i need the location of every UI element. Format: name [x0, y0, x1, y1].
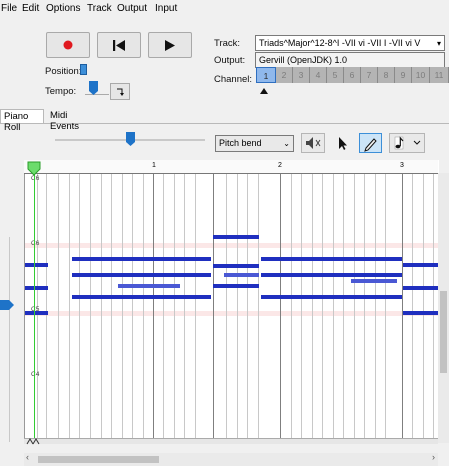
tab-midi-events[interactable]: Midi Events: [47, 109, 99, 132]
channel-5[interactable]: 5: [327, 67, 344, 83]
channel-9[interactable]: 9: [395, 67, 412, 83]
channel-1[interactable]: 1: [256, 67, 276, 83]
output-field[interactable]: Gervill (OpenJDK) 1.0: [255, 52, 445, 68]
midi-note[interactable]: [72, 295, 211, 299]
select-tool-button[interactable]: [331, 133, 352, 153]
loop-marker-icon[interactable]: [26, 437, 40, 445]
controller-select[interactable]: Pitch bend ⌄: [215, 135, 294, 152]
octave-label: C6: [31, 175, 40, 182]
midi-note[interactable]: [213, 235, 259, 239]
menu-track[interactable]: Track: [87, 3, 112, 14]
channel-selector[interactable]: 1 2 3 4 5 6 7 8 9 10 11: [256, 67, 449, 83]
midi-note[interactable]: [403, 286, 439, 290]
bar-number: 2: [278, 162, 282, 169]
output-label: Output:: [214, 55, 246, 66]
bar-number: 1: [152, 162, 156, 169]
vertical-scrollbar[interactable]: [438, 173, 449, 443]
menu-output[interactable]: Output: [117, 3, 147, 14]
track-select[interactable]: Triads^Major^12-8^I -VII vi -VII I -VII …: [255, 35, 445, 51]
channel-8[interactable]: 8: [378, 67, 395, 83]
midi-note[interactable]: [118, 284, 180, 288]
channel-marker-icon: [260, 86, 268, 94]
midi-note[interactable]: [261, 257, 402, 261]
menu-bar: File Edit Options Track Output Input: [0, 0, 449, 20]
controller-value: Pitch bend: [219, 138, 262, 148]
channel-10[interactable]: 10: [412, 67, 430, 83]
play-button[interactable]: [148, 32, 192, 58]
position-label: Position:: [45, 66, 82, 77]
controller-handle[interactable]: [0, 300, 14, 310]
menu-options[interactable]: Options: [46, 3, 80, 14]
zoom-slider-thumb[interactable]: [126, 132, 135, 146]
piano-roll-grid[interactable]: C6 C6 C5 C4: [24, 160, 439, 443]
skip-to-start-icon: [98, 33, 140, 57]
midi-note[interactable]: [25, 286, 48, 290]
tab-piano-roll[interactable]: Piano Roll: [0, 109, 44, 133]
midi-note[interactable]: [72, 257, 211, 261]
menu-file[interactable]: File: [1, 3, 17, 14]
cursor-arrow-icon: [339, 137, 347, 150]
midi-note[interactable]: [25, 311, 48, 315]
play-icon: [149, 33, 191, 57]
chevron-down-icon: ⌄: [283, 139, 290, 148]
scroll-left-icon[interactable]: ‹: [26, 452, 29, 462]
channel-4[interactable]: 4: [310, 67, 327, 83]
controller-track: [9, 237, 10, 442]
midi-note[interactable]: [213, 284, 259, 288]
channel-2[interactable]: 2: [276, 67, 293, 83]
midi-note[interactable]: [261, 295, 402, 299]
mute-button[interactable]: [301, 133, 325, 153]
midi-note[interactable]: [25, 263, 48, 267]
speaker-muted-icon: [306, 137, 321, 149]
channel-6[interactable]: 6: [344, 67, 361, 83]
pencil-tool-button[interactable]: [359, 133, 382, 153]
scroll-right-icon[interactable]: ›: [432, 452, 435, 462]
midi-note[interactable]: [403, 263, 439, 267]
output-value: Gervill (OpenJDK) 1.0: [259, 55, 348, 65]
midi-note[interactable]: [261, 273, 402, 277]
midi-note[interactable]: [72, 273, 211, 277]
playhead-line: [34, 160, 35, 443]
tempo-slider-thumb[interactable]: [89, 81, 98, 95]
eighth-note-icon: [394, 136, 421, 150]
octave-label: C4: [31, 371, 40, 378]
chevron-down-icon: ▾: [436, 39, 441, 48]
midi-note[interactable]: [403, 311, 439, 315]
timeline-ruler[interactable]: 1 2 3: [24, 160, 438, 174]
octave-label: C6: [31, 240, 40, 247]
playhead-marker-icon[interactable]: [27, 161, 41, 176]
position-slider-thumb[interactable]: [80, 64, 87, 75]
loop-bar[interactable]: [24, 438, 438, 444]
tempo-tap-button[interactable]: [110, 83, 130, 100]
midi-note[interactable]: [224, 273, 259, 277]
midi-note[interactable]: [213, 264, 259, 268]
channel-3[interactable]: 3: [293, 67, 310, 83]
record-icon: [47, 33, 89, 57]
record-button[interactable]: [46, 32, 90, 58]
bar-number: 3: [400, 162, 404, 169]
track-value: Triads^Major^12-8^I -VII vi -VII I -VII …: [259, 38, 421, 48]
octave-band: [25, 311, 439, 316]
channel-7[interactable]: 7: [361, 67, 378, 83]
rewind-button[interactable]: [97, 32, 141, 58]
midi-note[interactable]: [351, 279, 397, 283]
step-icon: [117, 88, 124, 96]
horizontal-scrollbar[interactable]: ‹ ›: [24, 452, 438, 466]
channel-11[interactable]: 11: [430, 67, 449, 83]
menu-edit[interactable]: Edit: [22, 3, 39, 14]
pencil-icon: [364, 138, 377, 152]
menu-input[interactable]: Input: [155, 3, 177, 14]
note-length-select[interactable]: [389, 133, 425, 153]
channel-label: Channel:: [214, 74, 253, 85]
tempo-label: Tempo:: [45, 86, 77, 97]
track-label: Track:: [214, 38, 241, 49]
vertical-scroll-thumb[interactable]: [440, 291, 447, 373]
octave-band: [25, 243, 439, 248]
horizontal-scroll-thumb[interactable]: [38, 456, 159, 463]
